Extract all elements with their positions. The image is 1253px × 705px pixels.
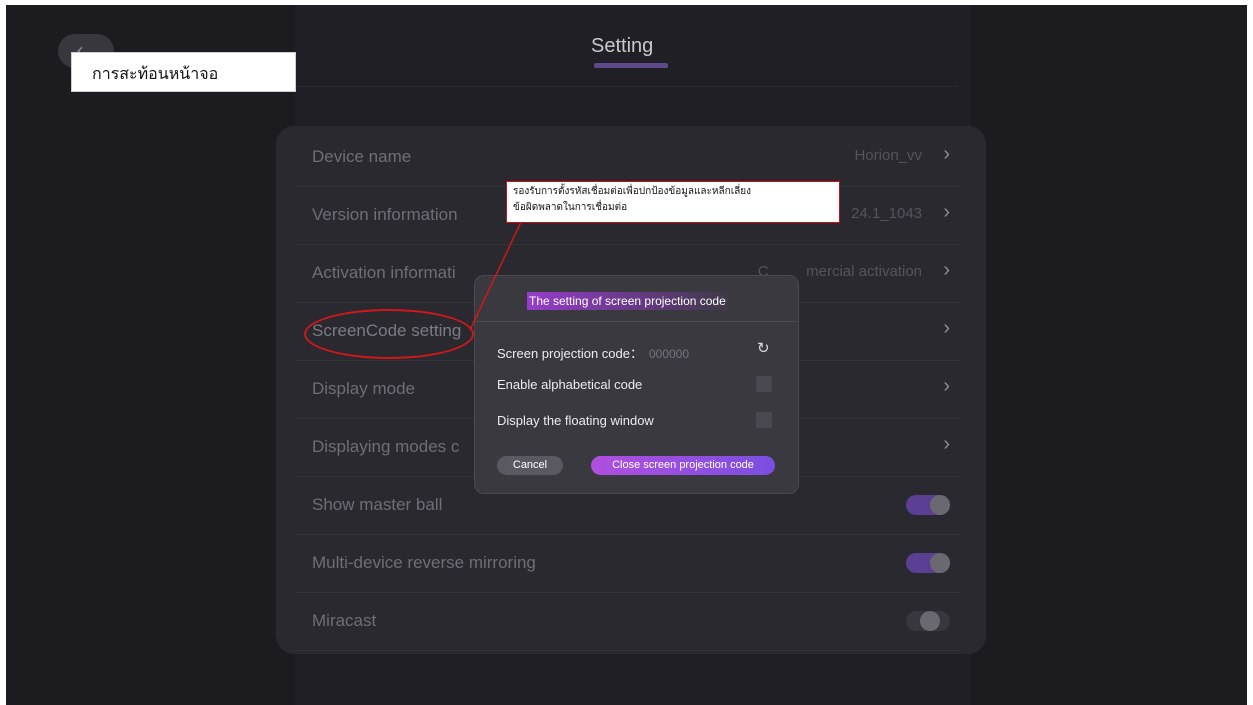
callout-line-2: ข้อผิดพลาดในการเชื่อมต่อ	[513, 202, 628, 213]
callout-line-1: รองรับการตั้งรหัสเชื่อมต่อเพื่อปกป้องข้อ…	[513, 186, 751, 197]
annotation-highlight-ellipse	[304, 309, 474, 359]
annotation-callout: รองรับการตั้งรหัสเชื่อมต่อเพื่อปกป้องข้อ…	[506, 181, 840, 223]
annotation-leader-line	[469, 221, 522, 331]
